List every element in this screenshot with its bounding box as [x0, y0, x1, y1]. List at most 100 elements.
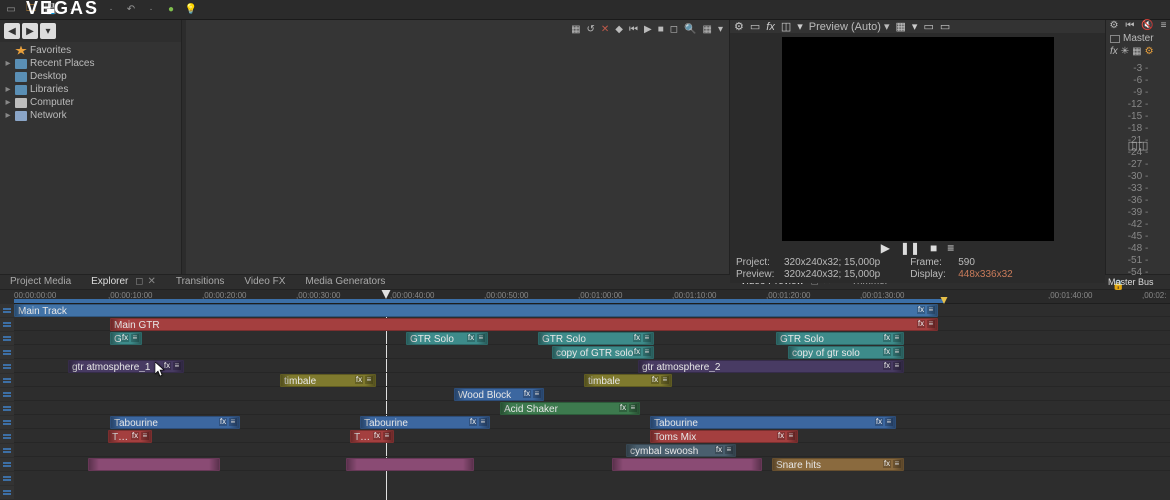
track-row[interactable]: Acid Shakerfx≡ [14, 402, 1170, 415]
snap1-icon[interactable]: ▭ [923, 20, 933, 33]
master-sliders-icon[interactable]: ≡ [1161, 20, 1167, 31]
track-header[interactable] [0, 304, 14, 317]
preview-mode-label[interactable]: Preview (Auto) ▾ [809, 20, 890, 33]
clip[interactable]: copy of GTR solofx≡ [552, 346, 654, 359]
track-header[interactable] [0, 346, 14, 359]
clip[interactable]: Toms Mixfx≡ [650, 430, 798, 443]
clip-fx-icon[interactable]: fx [883, 362, 891, 370]
nav-forward-icon[interactable]: ▶ [22, 23, 38, 39]
fx-icon[interactable]: fx [766, 21, 775, 33]
clip-menu-icon[interactable]: ≡ [893, 460, 901, 468]
clip-menu-icon[interactable]: ≡ [141, 432, 149, 440]
transport-stop-icon[interactable]: ■ [930, 241, 937, 255]
expand-icon[interactable]: ▸ [4, 84, 12, 95]
master-grid-icon[interactable]: ▦ [1132, 46, 1141, 57]
undo2-icon[interactable]: ↺ [587, 24, 595, 35]
clip[interactable]: copy of gtr solofx≡ [788, 346, 904, 359]
track-header[interactable] [0, 374, 14, 387]
master-gear-icon[interactable]: ⚙ [1109, 20, 1118, 31]
clip[interactable]: Snare hitsfx≡ [772, 458, 904, 471]
paste-icon[interactable]: · [104, 3, 118, 17]
track-header[interactable] [0, 332, 14, 345]
clip-fx-icon[interactable]: fx [373, 432, 381, 440]
clip-menu-icon[interactable]: ≡ [383, 432, 391, 440]
clip-menu-icon[interactable]: ≡ [229, 418, 237, 426]
transport-play-icon[interactable]: ▶ [881, 241, 890, 255]
track-header[interactable] [0, 402, 14, 415]
clip[interactable]: timbalefx≡ [280, 374, 376, 387]
track-header[interactable] [0, 444, 14, 457]
clip[interactable]: Tabourinefx≡ [110, 416, 240, 429]
clip[interactable]: gtr atmosphere_1fx≡ [68, 360, 184, 373]
clip[interactable]: gtr atmosphere_2fx≡ [638, 360, 904, 373]
master-mute-icon[interactable]: 🔇 [1141, 20, 1153, 31]
clip-fx-icon[interactable]: fx [633, 348, 641, 356]
clip-menu-icon[interactable]: ≡ [927, 320, 935, 328]
lightbulb-icon[interactable]: 💡 [184, 3, 198, 17]
clip[interactable]: Main Trackfx≡ [14, 304, 938, 317]
clip[interactable]: Acid Shakerfx≡ [500, 402, 640, 415]
clip[interactable]: timbalefx≡ [584, 374, 672, 387]
clip-fx-icon[interactable]: fx [777, 432, 785, 440]
split-icon[interactable]: ◫ [781, 20, 791, 33]
track-header[interactable] [0, 360, 14, 373]
dropdown-icon[interactable]: ▾ [797, 20, 803, 33]
nav-down-icon[interactable]: ▾ [40, 23, 56, 39]
clip-fx-icon[interactable]: fx [467, 334, 475, 342]
clip[interactable]: GTR Solofx≡ [538, 332, 654, 345]
track-header[interactable] [0, 486, 14, 499]
clip-fx-icon[interactable]: fx [875, 418, 883, 426]
close-tab-icon[interactable]: ✕ [147, 276, 155, 287]
marker-icon[interactable]: ● [164, 3, 178, 17]
clip-fx-icon[interactable]: fx [355, 376, 363, 384]
clip-menu-icon[interactable]: ≡ [365, 376, 373, 384]
track-header[interactable] [0, 318, 14, 331]
tab-project-media[interactable]: Project Media [0, 274, 81, 290]
clip-menu-icon[interactable]: ≡ [643, 348, 651, 356]
track-row[interactable]: timbalefx≡ timbalefx≡ [14, 374, 1170, 387]
clip-fx-icon[interactable]: fx [651, 376, 659, 384]
track-header[interactable] [0, 388, 14, 401]
tree-item-computer[interactable]: ▸Computer [0, 96, 181, 109]
nav-back-icon[interactable]: ◀ [4, 23, 20, 39]
grid-icon[interactable]: ▦ [703, 24, 712, 35]
clip-menu-icon[interactable]: ≡ [533, 390, 541, 398]
stop-icon[interactable]: ■ [658, 24, 664, 35]
tab-transitions[interactable]: Transitions [166, 274, 235, 290]
gear-icon[interactable]: ⚙ [734, 20, 744, 33]
loop-icon[interactable]: ◻ [670, 24, 678, 35]
track-row[interactable]: T…fx≡T…fx≡Toms Mixfx≡ [14, 430, 1170, 443]
grid-add-icon[interactable]: ▦ [571, 24, 580, 35]
track-row[interactable]: Main Trackfx≡ [14, 304, 1170, 317]
track-row[interactable]: Wood Blockfx≡ [14, 388, 1170, 401]
expand-icon[interactable]: ▸ [4, 110, 12, 121]
track-row[interactable]: Gfx≡GTR Solofx≡GTR Solofx≡GTR Solofx≡ [14, 332, 1170, 345]
zoom-icon[interactable]: 🔍 [684, 24, 696, 35]
clip-fx-icon[interactable]: fx [523, 390, 531, 398]
clip[interactable] [346, 458, 474, 471]
clip-fx-icon[interactable]: fx [633, 334, 641, 342]
track-header[interactable] [0, 430, 14, 443]
transport-menu-icon[interactable]: ≡ [947, 241, 954, 255]
clip-menu-icon[interactable]: ≡ [479, 418, 487, 426]
clip-menu-icon[interactable]: ≡ [131, 334, 139, 342]
track-header[interactable] [0, 458, 14, 471]
clip[interactable]: T…fx≡ [350, 430, 394, 443]
track-row[interactable]: gtr atmosphere_1fx≡ gtr atmosphere_2fx≡ [14, 360, 1170, 373]
clip-menu-icon[interactable]: ≡ [927, 306, 935, 314]
clip[interactable]: cymbal swooshfx≡ [626, 444, 736, 457]
clip-fx-icon[interactable]: fx [883, 460, 891, 468]
expand-icon[interactable]: ▸ [4, 97, 12, 108]
clip-menu-icon[interactable]: ≡ [173, 362, 181, 370]
clip-fx-icon[interactable]: fx [917, 306, 925, 314]
pin-icon[interactable]: ◻ [135, 276, 143, 287]
master-skipstart-icon[interactable]: ⏮ [1125, 20, 1134, 31]
clip[interactable] [612, 458, 762, 471]
clip-fx-icon[interactable]: fx [219, 418, 227, 426]
clip[interactable]: Main GTRfx≡ [110, 318, 938, 331]
track-header[interactable] [0, 416, 14, 429]
clip[interactable]: Wood Blockfx≡ [454, 388, 544, 401]
undo-icon[interactable]: ↶ [124, 3, 138, 17]
clip[interactable]: Gfx≡ [110, 332, 142, 345]
clip-menu-icon[interactable]: ≡ [629, 404, 637, 412]
